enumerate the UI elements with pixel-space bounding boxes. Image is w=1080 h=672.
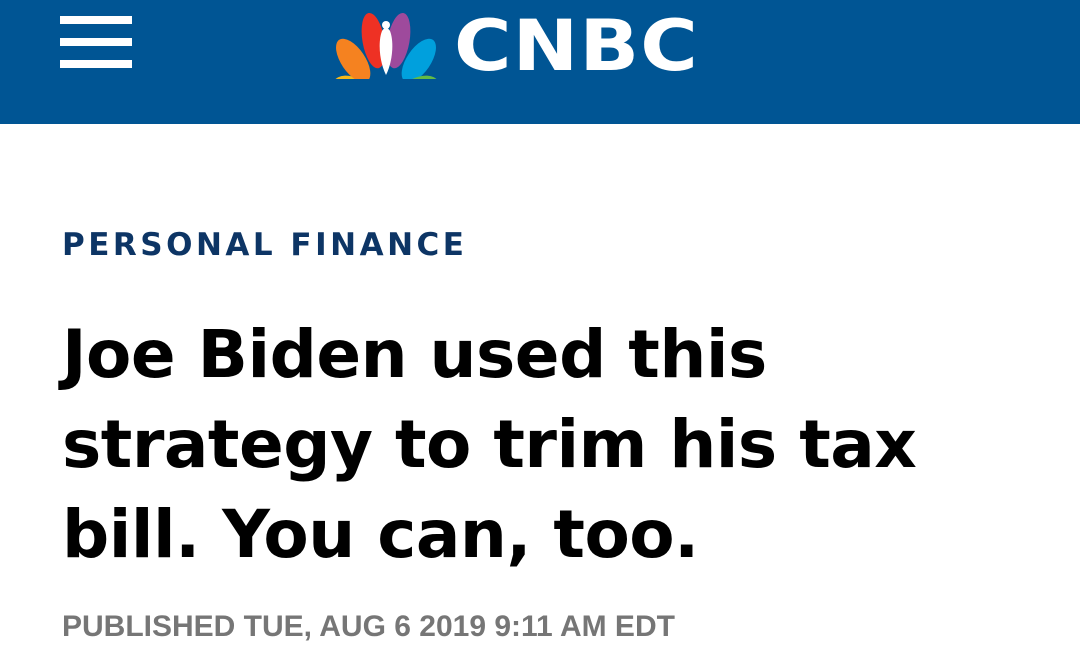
nbc-peacock-icon	[333, 12, 439, 79]
article-headline: Joe Biden used this strategy to trim his…	[62, 316, 917, 573]
published-timestamp: PUBLISHED TUE, AUG 6 2019 9:11 AM EDT	[62, 610, 675, 643]
menu-bar-top	[60, 16, 132, 24]
menu-bar-bottom	[60, 60, 132, 68]
hamburger-menu-icon[interactable]	[60, 14, 132, 70]
menu-bar-middle	[60, 38, 132, 46]
brand-name: CNBC	[454, 5, 699, 87]
cnbc-logo[interactable]: CNBC	[332, 6, 698, 82]
section-label[interactable]: PERSONAL FINANCE	[62, 230, 467, 261]
site-header: CNBC	[0, 0, 1080, 124]
